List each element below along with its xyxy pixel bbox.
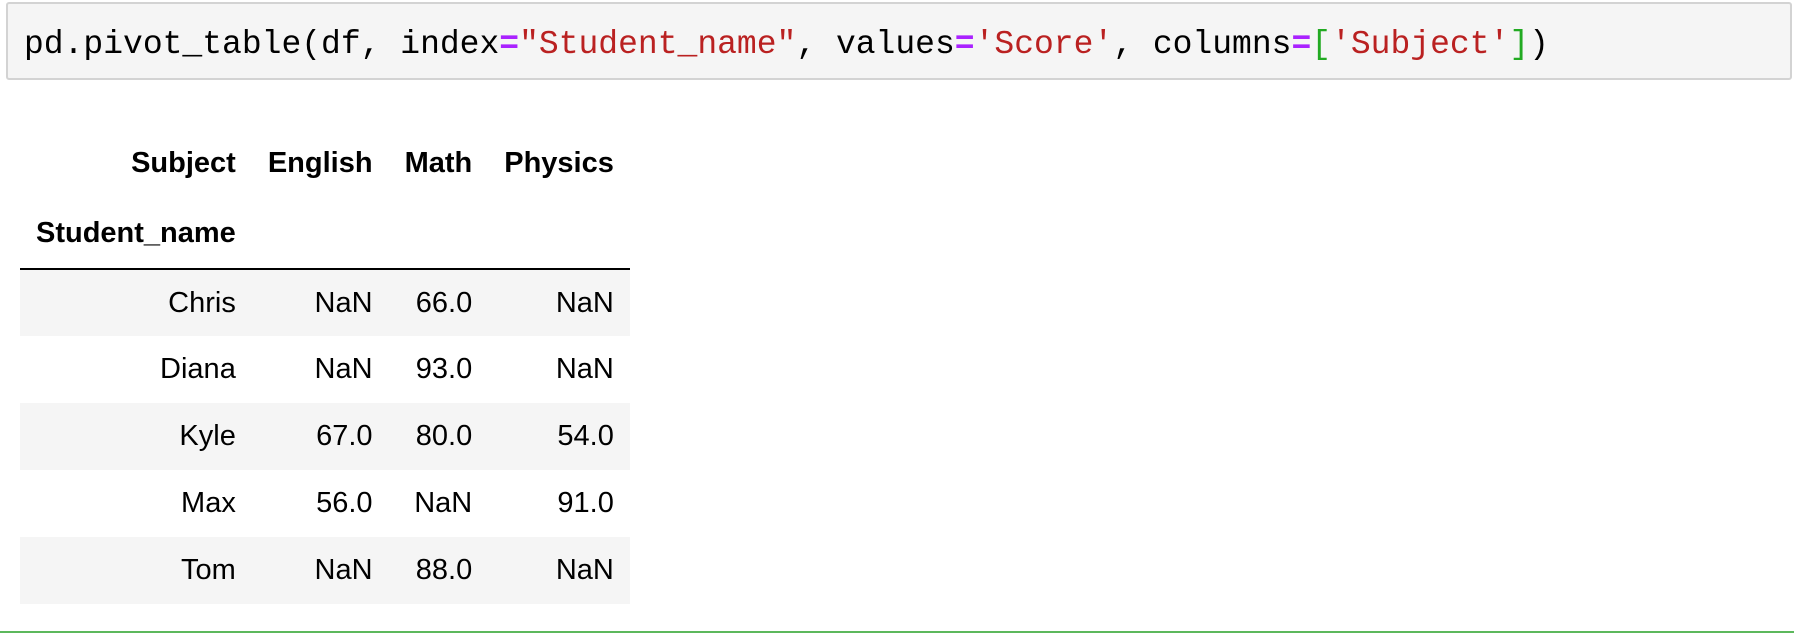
cell-border-divider [0, 631, 1794, 633]
code-token: "Student_name" [519, 26, 797, 63]
table-row: Diana NaN 93.0 NaN [20, 336, 630, 403]
code-cell-input[interactable]: pd.pivot_table(df, index="Student_name",… [6, 2, 1792, 80]
column-header: Physics [504, 146, 614, 179]
table-row: Chris NaN 66.0 NaN [20, 269, 630, 336]
code-token: ) [1529, 26, 1549, 63]
index-name-label: Student_name [20, 198, 252, 270]
column-header: Math [404, 146, 473, 179]
table-cell: 67.0 [316, 420, 373, 452]
code-token: , columns [1113, 26, 1292, 63]
cell-output: Subject English Math Physics Student_nam… [20, 128, 630, 604]
row-index: Tom [181, 554, 236, 586]
table-cell: 56.0 [316, 487, 373, 519]
code-token: 'Subject' [1331, 26, 1510, 63]
table-row: Kyle 67.0 80.0 54.0 [20, 403, 630, 470]
table-cell: NaN [314, 286, 373, 319]
column-header-row: Subject English Math Physics [20, 128, 630, 198]
table-cell: 88.0 [415, 554, 473, 586]
row-index: Max [181, 487, 236, 519]
row-index: Kyle [179, 420, 236, 452]
code-token: [ [1311, 26, 1332, 63]
code-token: = [954, 26, 975, 63]
table-cell: 93.0 [415, 353, 473, 385]
index-name-row: Student_name [20, 198, 630, 270]
table-cell: NaN [314, 353, 373, 385]
table-cell: 80.0 [415, 420, 473, 452]
table-cell: 91.0 [557, 487, 614, 519]
columns-name-label: Subject [131, 146, 236, 179]
code-line: pd.pivot_table(df, index="Student_name",… [24, 24, 1549, 66]
row-index: Diana [160, 353, 236, 385]
table-cell: NaN [555, 353, 614, 385]
table-cell: NaN [555, 554, 614, 586]
row-index: Chris [168, 286, 236, 319]
table-cell: NaN [414, 487, 473, 519]
code-token: pd.pivot_table(df, index [24, 26, 500, 63]
table-row: Tom NaN 88.0 NaN [20, 537, 630, 604]
code-token: = [499, 26, 520, 63]
table-cell: 54.0 [557, 420, 614, 452]
table-row: Max 56.0 NaN 91.0 [20, 470, 630, 537]
code-token: , values [796, 26, 955, 63]
table-cell: NaN [555, 286, 614, 319]
dataframe-table: Subject English Math Physics Student_nam… [20, 128, 630, 604]
column-header: English [267, 146, 373, 179]
code-token: ] [1509, 26, 1530, 63]
table-cell: 66.0 [415, 286, 473, 319]
code-token: = [1291, 26, 1312, 63]
code-token: 'Score' [974, 26, 1114, 63]
table-cell: NaN [314, 554, 373, 586]
